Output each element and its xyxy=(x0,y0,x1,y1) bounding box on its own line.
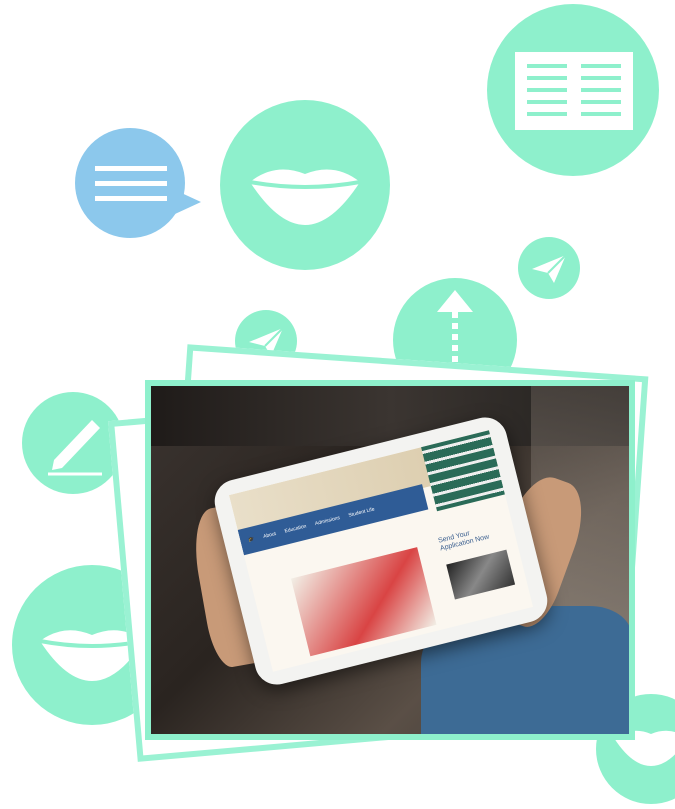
nav-item[interactable]: Student Life xyxy=(348,506,375,518)
tablet-photo: 🎓 About Education Admissions Student Lif… xyxy=(145,380,635,740)
chat-bubble-icon xyxy=(75,128,201,238)
nav-item[interactable]: About xyxy=(263,531,277,540)
lips-icon xyxy=(220,100,390,270)
graduation-cap-icon: 🎓 xyxy=(247,536,256,544)
apply-cta[interactable]: Send Your Application Now xyxy=(438,523,502,553)
pencil-icon xyxy=(22,392,124,494)
site-hero-image xyxy=(291,547,437,657)
site-side-image xyxy=(446,549,516,600)
paper-plane-icon xyxy=(518,237,580,299)
nav-item[interactable]: Admissions xyxy=(314,515,340,527)
nav-item[interactable]: Education xyxy=(284,523,307,534)
document-text-icon xyxy=(487,4,659,176)
